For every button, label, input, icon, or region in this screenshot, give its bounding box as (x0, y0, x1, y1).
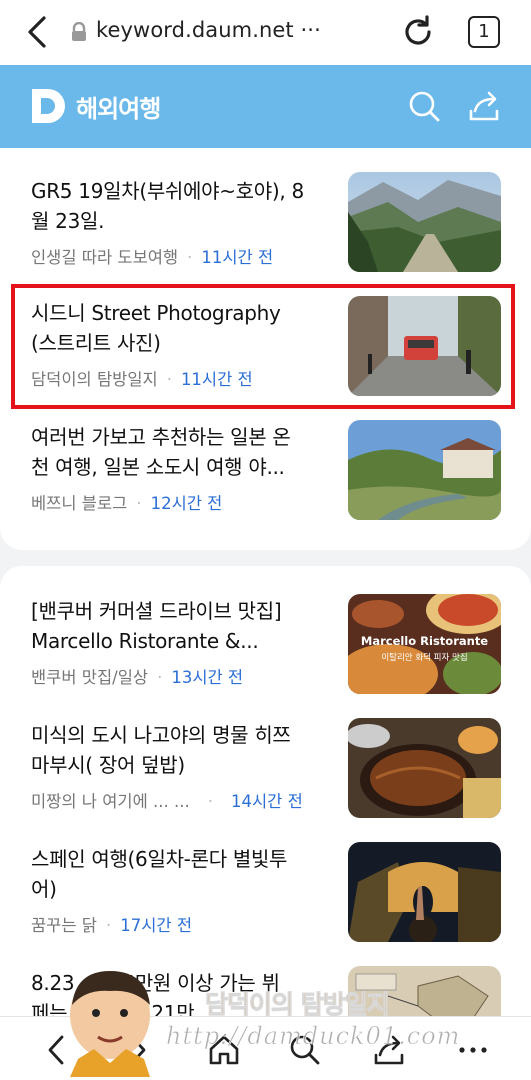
article-source: 밴쿠버 맛집/일상 (31, 668, 149, 687)
watermark-url: http://damduck01.com (166, 1022, 461, 1051)
article-time: 13시간 전 (171, 668, 244, 687)
daum-logo[interactable] (30, 87, 68, 125)
browser-address-bar: keyword.daum.net ··· 1 (0, 0, 531, 65)
more-icon[interactable] (456, 1033, 490, 1067)
highlight-box (11, 284, 515, 409)
page-title: 해외여행 (76, 95, 161, 123)
article-time: 14시간 전 (230, 792, 303, 811)
article-time: 17시간 전 (120, 916, 192, 935)
site-header: 해외여행 (0, 65, 531, 148)
lock-icon (72, 22, 86, 41)
article-source: 꿈꾸는 닭 (31, 916, 97, 935)
article-title: [밴쿠버 커머셜 드라이브 맛집] Marcello Ristorante &.… (31, 599, 282, 653)
article-meta: 미짱의 나 여기에 ... ... · 14시간 전 (31, 792, 303, 811)
article-source: 인생길 따라 도보여행 (31, 248, 179, 267)
article-thumbnail: Marcello Ristorante 이탈리안 화덕 피자 맛집 (348, 594, 501, 694)
article-source: 미짱의 나 여기에 ... ... (31, 792, 190, 811)
article-meta: 꿈꾸는 닭 · 17시간 전 (31, 916, 192, 935)
share-icon[interactable] (466, 89, 502, 123)
url-field[interactable]: keyword.daum.net ··· (96, 18, 321, 42)
article-meta: 밴쿠버 맛집/일상 · 13시간 전 (31, 668, 244, 687)
blogger-avatar-watermark (70, 971, 150, 1077)
thumbnail-caption: Marcello Ristorante (360, 634, 489, 648)
article-title: 스페인 여행(6일차-론다 별빛투 어) (31, 847, 288, 901)
article-meta: 인생길 따라 도보여행 · 11시간 전 (31, 248, 274, 267)
article-time: 12시간 전 (150, 494, 223, 513)
tab-count-button[interactable]: 1 (468, 16, 500, 48)
article-time: 11시간 전 (201, 248, 274, 267)
article-thumbnail (348, 420, 501, 520)
watermark-title: 담덕이의 탐방일지 (205, 990, 391, 1020)
article-thumbnail (348, 172, 501, 272)
thumbnail-subcaption: 이탈리안 화덕 피자 맛집 (381, 653, 468, 663)
search-icon[interactable] (407, 89, 441, 123)
reload-icon[interactable] (400, 14, 436, 50)
article-title: 미식의 도시 나고야의 명물 히쯔 마부시( 장어 덮밥) (31, 723, 291, 777)
article-thumbnail (348, 718, 501, 818)
article-title: 여러번 가보고 추천하는 일본 온 천 여행, 일본 소도시 여행 야... (31, 425, 291, 479)
article-title: GR5 19일차(부쉬에야~호야), 8 월 23일. (31, 179, 304, 233)
back-arrow-icon[interactable] (22, 14, 56, 50)
article-thumbnail (348, 842, 501, 942)
article-source: 베쯔니 블로그 (31, 494, 128, 513)
article-meta: 베쯔니 블로그 · 12시간 전 (31, 494, 223, 513)
